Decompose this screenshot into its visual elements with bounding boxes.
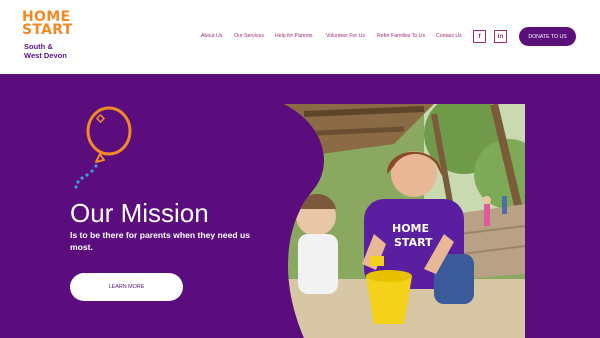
mission-heading: Our Mission	[70, 198, 209, 228]
hero-section: Our Mission Is to be there for parents w…	[0, 74, 600, 338]
shirt-logo-line1: HOME	[392, 222, 429, 235]
nav-about-us[interactable]: About Us	[201, 33, 222, 39]
nav-help-for-parents[interactable]: Help for Parents	[275, 33, 312, 39]
facebook-icon[interactable]: f	[473, 30, 486, 43]
mission-statement: Is to be there for parents when they nee…	[70, 230, 251, 252]
logo-word-start: START	[22, 22, 73, 38]
logo-subtitle-line2: West Devon	[24, 51, 67, 60]
site-header: HOME START South & West Devon About Us O…	[0, 0, 600, 74]
nav-our-services[interactable]: Our Services	[234, 33, 264, 39]
linkedin-icon[interactable]: in	[494, 30, 507, 43]
nav-volunteer-for-us[interactable]: Volunteer For Us	[326, 33, 365, 39]
hero-photo: HOME START	[284, 104, 525, 338]
nav-contact-us[interactable]: Contact Us	[436, 33, 462, 39]
donate-button[interactable]: DONATE TO US	[519, 27, 576, 46]
nav-refer-families[interactable]: Refer Families To Us	[377, 33, 425, 39]
shirt-logo-line2: START	[394, 236, 433, 249]
logo-subtitle-line1: South &	[24, 42, 53, 51]
home-start-logo[interactable]: HOME START South & West Devon	[22, 10, 82, 64]
learn-more-button[interactable]: LEARN MORE	[70, 273, 183, 301]
balloon-icon	[74, 106, 132, 189]
